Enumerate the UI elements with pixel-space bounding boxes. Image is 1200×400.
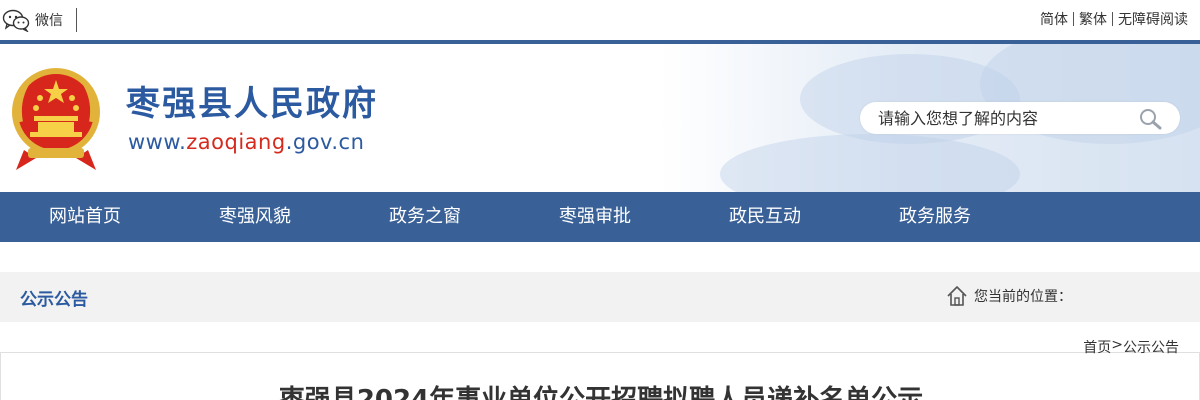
search-icon[interactable] [1136,106,1164,132]
nav-item-services[interactable]: 政务服务 [850,192,1020,242]
main-nav: 网站首页 枣强风貌 政务之窗 枣强审批 政民互动 政务服务 [0,192,1200,242]
search-input[interactable] [878,106,1128,130]
nav-item-approval[interactable]: 枣强审批 [510,192,680,242]
current-location: 您当前的位置： [946,284,1072,308]
breadcrumb-home[interactable]: 首页 [1083,337,1111,357]
site-title: 枣强县人民政府 [126,84,378,124]
home-icon [947,286,967,306]
url-accent: zaoqiang [186,130,286,154]
location-label: 您当前的位置： [974,289,1072,305]
article-title: 枣强县2024年事业单位公开招聘拟聘人员递补名单公示 [278,385,924,400]
nav-item-interaction[interactable]: 政民互动 [680,192,850,242]
section-title: 公示公告 [20,290,88,310]
site-header: 枣强县人民政府 www.zaoqiang.gov.cn [0,40,1200,192]
breadcrumb-current[interactable]: 公示公告 [1123,337,1179,357]
wechat-label: 微信 [35,13,63,29]
link-separator [1112,12,1113,26]
wechat-icon [2,9,30,32]
breadcrumb: 首页 > 公示公告 [1083,337,1179,357]
nav-item-features[interactable]: 枣强风貌 [170,192,340,242]
national-emblem-icon[interactable] [6,62,106,174]
topbar-divider [76,8,77,32]
nav-item-home[interactable]: 网站首页 [0,192,170,242]
article-container: 首页 > 公示公告 枣强县2024年事业单位公开招聘拟聘人员递补名单公示 [0,337,1200,400]
nav-item-government-affairs[interactable]: 政务之窗 [340,192,510,242]
top-bar: 微信 简体 繁体 无障碍阅读 [0,0,1200,40]
simplified-chinese-link[interactable]: 简体 [1040,9,1068,29]
search-box [860,102,1180,134]
section-bar: 公示公告 您当前的位置： [0,272,1200,322]
url-suffix: .gov.cn [285,130,365,154]
accessibility-link[interactable]: 无障碍阅读 [1118,9,1188,29]
wechat-link[interactable]: 微信 [2,6,63,34]
link-separator [1073,12,1074,26]
site-url: www.zaoqiang.gov.cn [128,130,364,154]
traditional-chinese-link[interactable]: 繁体 [1079,9,1107,29]
breadcrumb-separator: > [1111,337,1123,353]
background-cloud [720,134,1020,192]
url-prefix: www. [128,130,187,154]
top-links: 简体 繁体 无障碍阅读 [1040,8,1188,30]
